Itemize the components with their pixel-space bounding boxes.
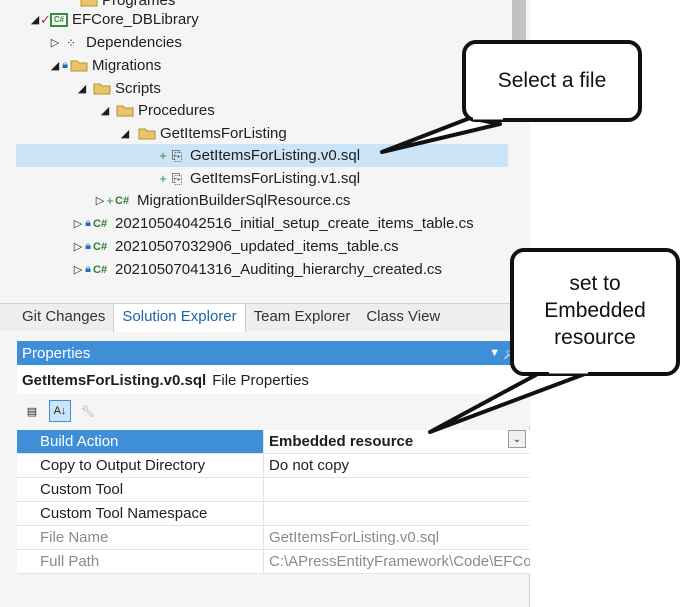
callout-joins [473, 114, 588, 374]
